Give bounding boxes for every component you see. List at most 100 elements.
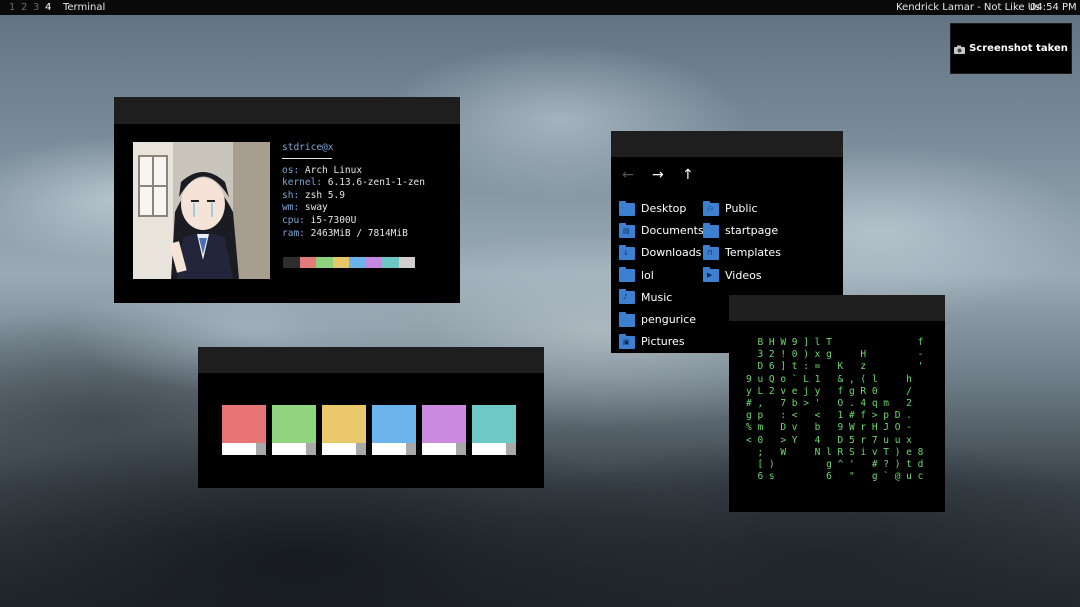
fetch-user: stdrice@x [282, 142, 334, 153]
color-bar-cell [365, 257, 382, 268]
file-item-videos[interactable]: ▶ Videos [703, 267, 762, 283]
swatch-strip-gray [456, 443, 466, 455]
back-arrow-icon[interactable]: ← [622, 167, 634, 183]
up-arrow-icon[interactable]: ↑ [682, 167, 694, 183]
file-item-pengurice[interactable]: pengurice [619, 311, 696, 327]
fetch-key: sh: [282, 189, 300, 201]
swatch-strip [422, 443, 466, 455]
swatch-strip [322, 443, 366, 455]
window-titlebar[interactable] [729, 295, 945, 321]
swatch-strip-gray [406, 443, 416, 455]
folder-icon [619, 267, 635, 283]
file-item-lol[interactable]: lol [619, 267, 654, 283]
color-bar-cell [283, 257, 300, 268]
fetch-value: 6.13.6-zen1-1-zen [322, 177, 425, 189]
focused-window-title: Terminal [63, 2, 106, 13]
window-titlebar[interactable] [198, 347, 544, 373]
top-bar: 1 2 3 4 Terminal Kendrick Lamar - Not Li… [0, 0, 1080, 15]
fetch-value: i5-7300U [304, 214, 357, 226]
workspace-3-button[interactable]: 3 [33, 0, 39, 15]
notification-text: Screenshot taken [969, 43, 1068, 54]
fetch-value: Arch Linux [299, 164, 363, 176]
fetch-row-os: os: Arch Linux [282, 165, 425, 178]
swatch-strip-gray [256, 443, 266, 455]
color-swatch [322, 405, 366, 455]
swatch-color [472, 405, 516, 443]
pictures-folder-icon: ▣ [619, 333, 635, 349]
fetch-key: os: [282, 164, 300, 176]
color-swatch [272, 405, 316, 455]
file-item-pictures[interactable]: ▣ Pictures [619, 333, 685, 349]
terminal-color-bar [283, 257, 415, 268]
forward-arrow-icon[interactable]: → [652, 167, 664, 183]
color-swatch [222, 405, 266, 455]
color-bar-cell [398, 257, 415, 268]
file-item-label: Music [641, 290, 673, 304]
workspace-4-button[interactable]: 4 [45, 0, 51, 15]
fetch-row-kernel: kernel: 6.13.6-zen1-1-zen [282, 177, 425, 190]
file-item-label: Desktop [641, 202, 687, 215]
fetch-row-ram: ram: 2463MiB / 7814MiB [282, 228, 425, 241]
fetch-key: ram: [282, 227, 305, 239]
file-item-documents[interactable]: ▤ Documents [619, 222, 704, 238]
file-item-label: Pictures [641, 335, 685, 349]
swatch-strip-gray [306, 443, 316, 455]
swatch-color [422, 405, 466, 443]
swatch-color [322, 405, 366, 443]
documents-folder-icon: ▤ [619, 222, 635, 238]
fetch-row-sh: sh: zsh 5.9 [282, 190, 425, 203]
file-item-public[interactable]: ⚇ Public [703, 200, 758, 216]
window-titlebar[interactable] [611, 131, 843, 157]
fetch-key: cpu: [282, 214, 305, 226]
color-bar-cell [382, 257, 399, 268]
swatch-color [272, 405, 316, 443]
swatch-strip-gray [506, 443, 516, 455]
folder-icon [619, 311, 635, 327]
fetch-divider [282, 157, 332, 159]
fetch-value: zsh 5.9 [299, 189, 345, 201]
anime-avatar-image [133, 142, 270, 279]
color-bar-cell [349, 257, 366, 268]
screenshot-notification[interactable]: Screenshot taken [950, 23, 1072, 74]
file-item-templates[interactable]: ⊓ Templates [703, 244, 781, 260]
fetch-info: stdrice@x os: Arch Linux kernel: 6.13.6-… [282, 142, 425, 240]
matrix-rain-text: B H W 9 ] l T f 3 2 ! 0 ) x g H - D 6 ] … [746, 337, 924, 483]
swatch-strip [222, 443, 266, 455]
fetch-value: sway [299, 202, 328, 214]
templates-folder-icon: ⊓ [703, 244, 719, 260]
now-playing[interactable]: Kendrick Lamar - Not Like Us [896, 0, 1040, 15]
videos-folder-icon: ▶ [703, 267, 719, 283]
file-item-label: Videos [725, 268, 762, 282]
file-item-startpage[interactable]: startpage [703, 222, 779, 238]
swatch-strip-gray [356, 443, 366, 455]
window-titlebar[interactable] [114, 97, 460, 124]
swatch-strip [372, 443, 416, 455]
file-item-label: startpage [725, 224, 779, 238]
fetch-value: 2463MiB / 7814MiB [304, 227, 408, 239]
swatch-strip [272, 443, 316, 455]
public-folder-icon: ⚇ [703, 200, 719, 216]
fetch-row-wm: wm: sway [282, 202, 425, 215]
folder-icon [703, 222, 719, 238]
color-swatch [422, 405, 466, 455]
workspace-2-button[interactable]: 2 [21, 0, 27, 15]
swatch-strip [472, 443, 516, 455]
clock[interactable]: 04:54 PM [1030, 0, 1077, 15]
color-swatch [472, 405, 516, 455]
file-item-label: Documents [641, 224, 704, 238]
color-palette-window[interactable] [198, 347, 544, 488]
workspace-1-button[interactable]: 1 [9, 0, 15, 15]
file-item-music[interactable]: ♪ Music [619, 289, 673, 305]
downloads-folder-icon: ↓ [619, 244, 635, 260]
music-folder-icon: ♪ [619, 289, 635, 305]
color-bar-cell [332, 257, 349, 268]
color-bar-cell [299, 257, 316, 268]
color-bar-cell [316, 257, 333, 268]
file-item-downloads[interactable]: ↓ Downloads [619, 244, 701, 260]
matrix-terminal-window[interactable]: B H W 9 ] l T f 3 2 ! 0 ) x g H - D 6 ] … [729, 295, 945, 512]
file-item-label: Public [725, 202, 758, 215]
file-item-desktop[interactable]: Desktop [619, 200, 687, 216]
fetch-terminal-window[interactable]: stdrice@x os: Arch Linux kernel: 6.13.6-… [114, 97, 460, 303]
folder-icon [619, 200, 635, 216]
camera-icon [954, 45, 966, 54]
